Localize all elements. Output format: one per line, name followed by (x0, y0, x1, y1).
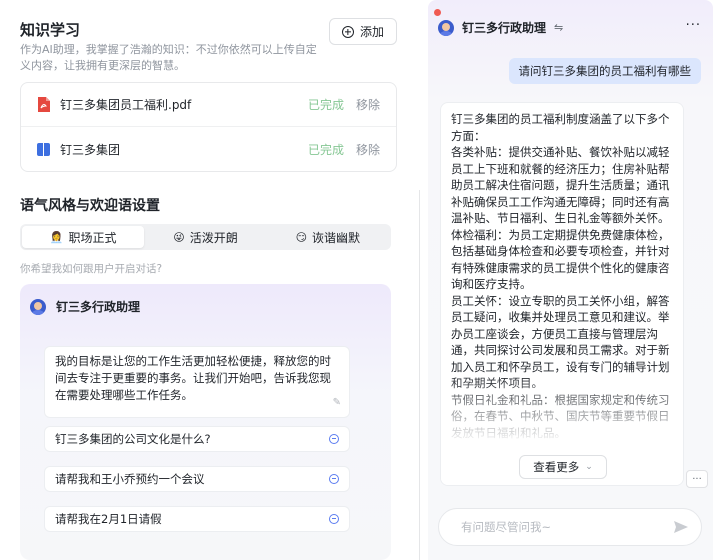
message-more-icon[interactable]: ··· (686, 470, 708, 488)
chevron-down-icon: ⌄ (585, 462, 593, 472)
panel-divider (412, 0, 428, 560)
knowledge-title: 知识学习 (20, 21, 81, 39)
assistant-message: 钉三多集团的员工福利制度涵盖了以下多个方面： 各类补贴：提供交通补贴、餐饮补贴以… (440, 102, 684, 486)
smirking-face-icon: 😏 (295, 230, 308, 244)
greeting-message[interactable]: 我的目标是让您的工作生活更加轻松便捷，释放您的时间去专注于更重要的事务。让我们开… (44, 346, 350, 418)
remove-file-button[interactable]: 移除 (356, 96, 380, 113)
knowledge-description: 作为AI助理，我掌握了浩瀚的知识：不过你依然可以上传自定义内容，让我拥有更深层的… (20, 43, 317, 72)
edit-pencil-icon[interactable]: ✎ (333, 394, 341, 411)
tone-option-humorous[interactable]: 😏 诙谐幽默 (267, 226, 389, 248)
tone-section-title: 语气风格与欢迎语设置 (20, 198, 160, 214)
tone-selector: 👩‍💼 职场正式 😜 活泼开朗 😏 诙谐幽默 (20, 224, 391, 250)
chat-panel: 钉三多行政助理 ⇋ ··· 请问钉三多集团的员工福利有哪些 钉三多集团的员工福利… (428, 0, 713, 560)
tone-option-label: 职场正式 (68, 230, 117, 245)
add-knowledge-button[interactable]: 添加 (329, 18, 397, 45)
assistant-avatar (30, 298, 46, 315)
remove-file-button[interactable]: 移除 (356, 141, 380, 158)
file-row: 钉三多集团 已完成 移除 (21, 127, 396, 171)
knowledge-file-list: 钉三多集团员工福利.pdf 已完成 移除 钉三多集团 已完成 移除 (20, 82, 397, 172)
tone-option-lively[interactable]: 😜 活泼开朗 (144, 226, 266, 248)
more-options-icon[interactable]: ··· (686, 18, 701, 33)
suggested-question[interactable]: 钉三多集团的公司文化是什么? (44, 426, 350, 452)
remove-circle-icon[interactable] (329, 434, 339, 444)
file-status: 已完成 (307, 98, 344, 112)
file-name: 钉三多集团 (60, 142, 121, 157)
see-more-label: 查看更多 (533, 460, 580, 474)
greeting-text: 我的目标是让您的工作生活更加轻松便捷，释放您的时间去专注于更重要的事务。让我们开… (55, 354, 331, 402)
tone-hint: 你希望我如何跟用户开启对话? (20, 263, 163, 275)
see-more-button[interactable]: 查看更多 ⌄ (519, 455, 607, 479)
record-indicator (434, 9, 441, 16)
assistant-name: 钉三多行政助理 (56, 300, 141, 314)
welcome-preview-card: 钉三多行政助理 我的目标是让您的工作生活更加轻松便捷，释放您的时间去专注于更重要… (20, 284, 391, 560)
book-icon (37, 142, 50, 156)
question-text: 请帮我在2月1日请假 (55, 512, 162, 526)
tone-option-label: 活泼开朗 (189, 230, 238, 245)
assistant-avatar (438, 19, 454, 36)
suggested-question[interactable]: 请帮我和王小乔预约一个会议 (44, 466, 350, 492)
chat-input-box[interactable] (438, 508, 702, 546)
send-icon[interactable] (673, 519, 689, 535)
suggested-question[interactable]: 请帮我在2月1日请假 (44, 506, 350, 532)
question-text: 请帮我和王小乔预约一个会议 (55, 472, 205, 486)
question-text: 钉三多集团的公司文化是什么? (55, 432, 211, 446)
file-name: 钉三多集团员工福利.pdf (60, 98, 192, 112)
remove-circle-icon[interactable] (329, 514, 339, 524)
user-message: 请问钉三多集团的员工福利有哪些 (508, 58, 701, 84)
chat-input[interactable] (461, 520, 673, 534)
office-worker-icon: 👩‍💼 (49, 230, 64, 244)
tone-option-formal[interactable]: 👩‍💼 职场正式 (22, 226, 145, 248)
file-status: 已完成 (307, 142, 344, 157)
swap-icon[interactable]: ⇋ (554, 21, 563, 34)
window-edge (713, 0, 720, 560)
plus-circle-icon (341, 25, 354, 38)
file-row: 钉三多集团员工福利.pdf 已完成 移除 (21, 83, 396, 127)
winking-face-icon: 😜 (173, 230, 185, 244)
add-button-label: 添加 (359, 25, 384, 39)
preview-header: 钉三多行政助理 (30, 298, 140, 315)
remove-circle-icon[interactable] (329, 474, 339, 484)
chat-title: 钉三多行政助理 (462, 21, 547, 35)
chat-header: 钉三多行政助理 ⇋ (438, 19, 563, 36)
pdf-icon (38, 97, 50, 112)
config-panel: 知识学习 作为AI助理，我掌握了浩瀚的知识：不过你依然可以上传自定义内容，让我拥… (0, 0, 412, 560)
tone-option-label: 诙谐幽默 (312, 230, 361, 245)
